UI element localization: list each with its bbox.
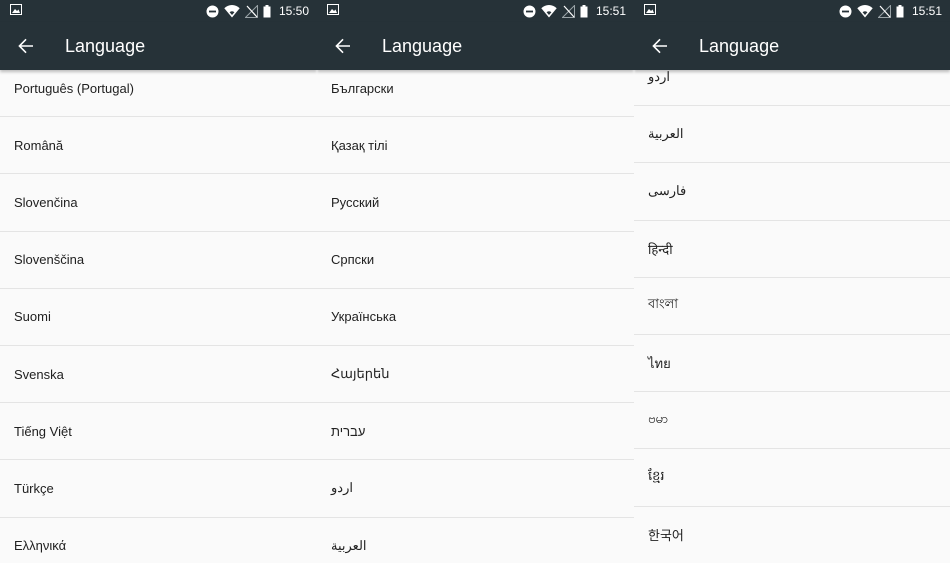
language-item[interactable]: বাংলা: [634, 278, 950, 335]
language-item[interactable]: ไทย: [634, 335, 950, 393]
language-item[interactable]: Հայերեն: [317, 346, 634, 404]
image-notification-icon: [644, 4, 656, 15]
language-screen-3: 15:51 Language اردو العربية فارسی हिन्दी…: [634, 0, 950, 563]
status-bar: 15:51: [634, 0, 950, 22]
status-clock: 15:51: [911, 4, 942, 18]
battery-icon: [580, 4, 588, 17]
language-item[interactable]: Română: [0, 117, 317, 175]
language-item[interactable]: Slovenščina: [0, 232, 317, 289]
language-item[interactable]: Українська: [317, 289, 634, 346]
no-signal-icon: [244, 4, 258, 18]
language-item[interactable]: العربية: [317, 518, 634, 563]
page-title: Language: [382, 35, 463, 56]
language-item[interactable]: Suomi: [0, 289, 317, 346]
language-item[interactable]: اردو: [317, 460, 634, 518]
language-item[interactable]: Tiếng Việt: [0, 403, 317, 461]
no-signal-icon: [561, 4, 575, 18]
language-item[interactable]: עברית: [317, 403, 634, 461]
app-bar: Language: [317, 22, 634, 70]
do-not-disturb-icon: [523, 5, 536, 17]
language-item[interactable]: ဗမာ: [634, 392, 950, 450]
page-title: Language: [699, 35, 780, 56]
language-item[interactable]: Português (Portugal): [0, 70, 317, 118]
image-notification-icon: [10, 4, 22, 15]
back-arrow-icon: [18, 38, 33, 54]
wifi-icon: [541, 4, 557, 17]
image-notification-icon: [327, 4, 339, 15]
status-bar: 15:51: [317, 0, 634, 22]
back-arrow-icon: [652, 38, 667, 54]
language-item[interactable]: فارسی: [634, 163, 950, 221]
do-not-disturb-icon: [839, 5, 852, 17]
language-list[interactable]: اردو العربية فارسی हिन्दी বাংলা ไทย ဗမာ …: [634, 70, 950, 563]
wifi-icon: [857, 4, 873, 17]
app-bar: Language: [634, 22, 950, 70]
status-bar: 15:50: [0, 0, 317, 22]
language-item[interactable]: اردو: [634, 70, 950, 107]
language-item[interactable]: Türkçe: [0, 460, 317, 518]
do-not-disturb-icon: [206, 5, 219, 17]
language-item[interactable]: ខ្មែរ: [634, 449, 950, 507]
language-item[interactable]: العربية: [634, 106, 950, 164]
language-list[interactable]: Português (Portugal) Română Slovenčina S…: [0, 70, 317, 563]
page-title: Language: [65, 35, 146, 56]
language-item[interactable]: Ελληνικά: [0, 518, 317, 563]
app-bar: Language: [0, 22, 317, 70]
back-button[interactable]: [636, 22, 684, 70]
language-item[interactable]: Српски: [317, 232, 634, 289]
status-clock: 15:51: [595, 4, 626, 18]
status-clock: 15:50: [278, 4, 309, 18]
language-item[interactable]: Svenska: [0, 346, 317, 404]
language-screen-2: 15:51 Language Български Қазақ тілі Русс…: [317, 0, 634, 563]
battery-icon: [896, 4, 904, 17]
back-button[interactable]: [2, 22, 50, 70]
language-item[interactable]: Български: [317, 70, 634, 118]
back-arrow-icon: [335, 38, 350, 54]
language-item[interactable]: Slovenčina: [0, 174, 317, 232]
language-item[interactable]: 한국어: [634, 507, 950, 563]
wifi-icon: [224, 4, 240, 17]
no-signal-icon: [877, 4, 891, 18]
battery-icon: [263, 4, 271, 17]
language-screen-1: 15:50 Language Português (Portugal) Româ…: [0, 0, 317, 563]
language-item[interactable]: हिन्दी: [634, 221, 950, 278]
language-list[interactable]: Български Қазақ тілі Русский Српски Укра…: [317, 70, 634, 563]
back-button[interactable]: [319, 22, 367, 70]
language-item[interactable]: Қазақ тілі: [317, 117, 634, 175]
language-item[interactable]: Русский: [317, 174, 634, 232]
